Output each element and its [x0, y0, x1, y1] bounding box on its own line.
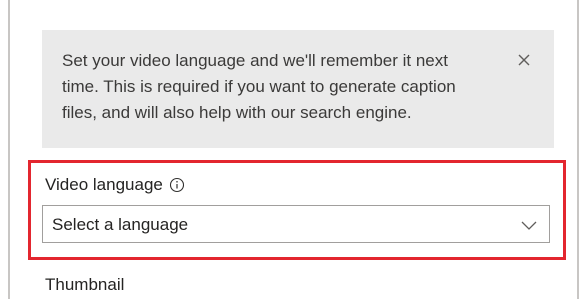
language-notice-banner: Set your video language and we'll rememb… — [42, 30, 554, 148]
panel-left-border — [8, 0, 10, 299]
video-language-label: Video language — [45, 175, 163, 194]
video-language-label-row: Video language — [45, 175, 185, 195]
notice-text-line-3: files, and will also help with our searc… — [62, 103, 412, 122]
panel-right-border — [577, 0, 579, 299]
info-icon[interactable] — [169, 177, 185, 193]
upload-details-panel: Set your video language and we'll rememb… — [0, 0, 587, 299]
video-language-select[interactable]: Select a language — [42, 205, 550, 243]
notice-text-line-2: time. This is required if you want to ge… — [62, 77, 456, 96]
thumbnail-label: Thumbnail — [45, 275, 125, 294]
close-icon[interactable] — [516, 52, 532, 68]
chevron-down-icon — [521, 221, 537, 230]
notice-text-line-1: Set your video language and we'll rememb… — [62, 51, 448, 70]
video-language-selected-value: Select a language — [52, 215, 189, 234]
